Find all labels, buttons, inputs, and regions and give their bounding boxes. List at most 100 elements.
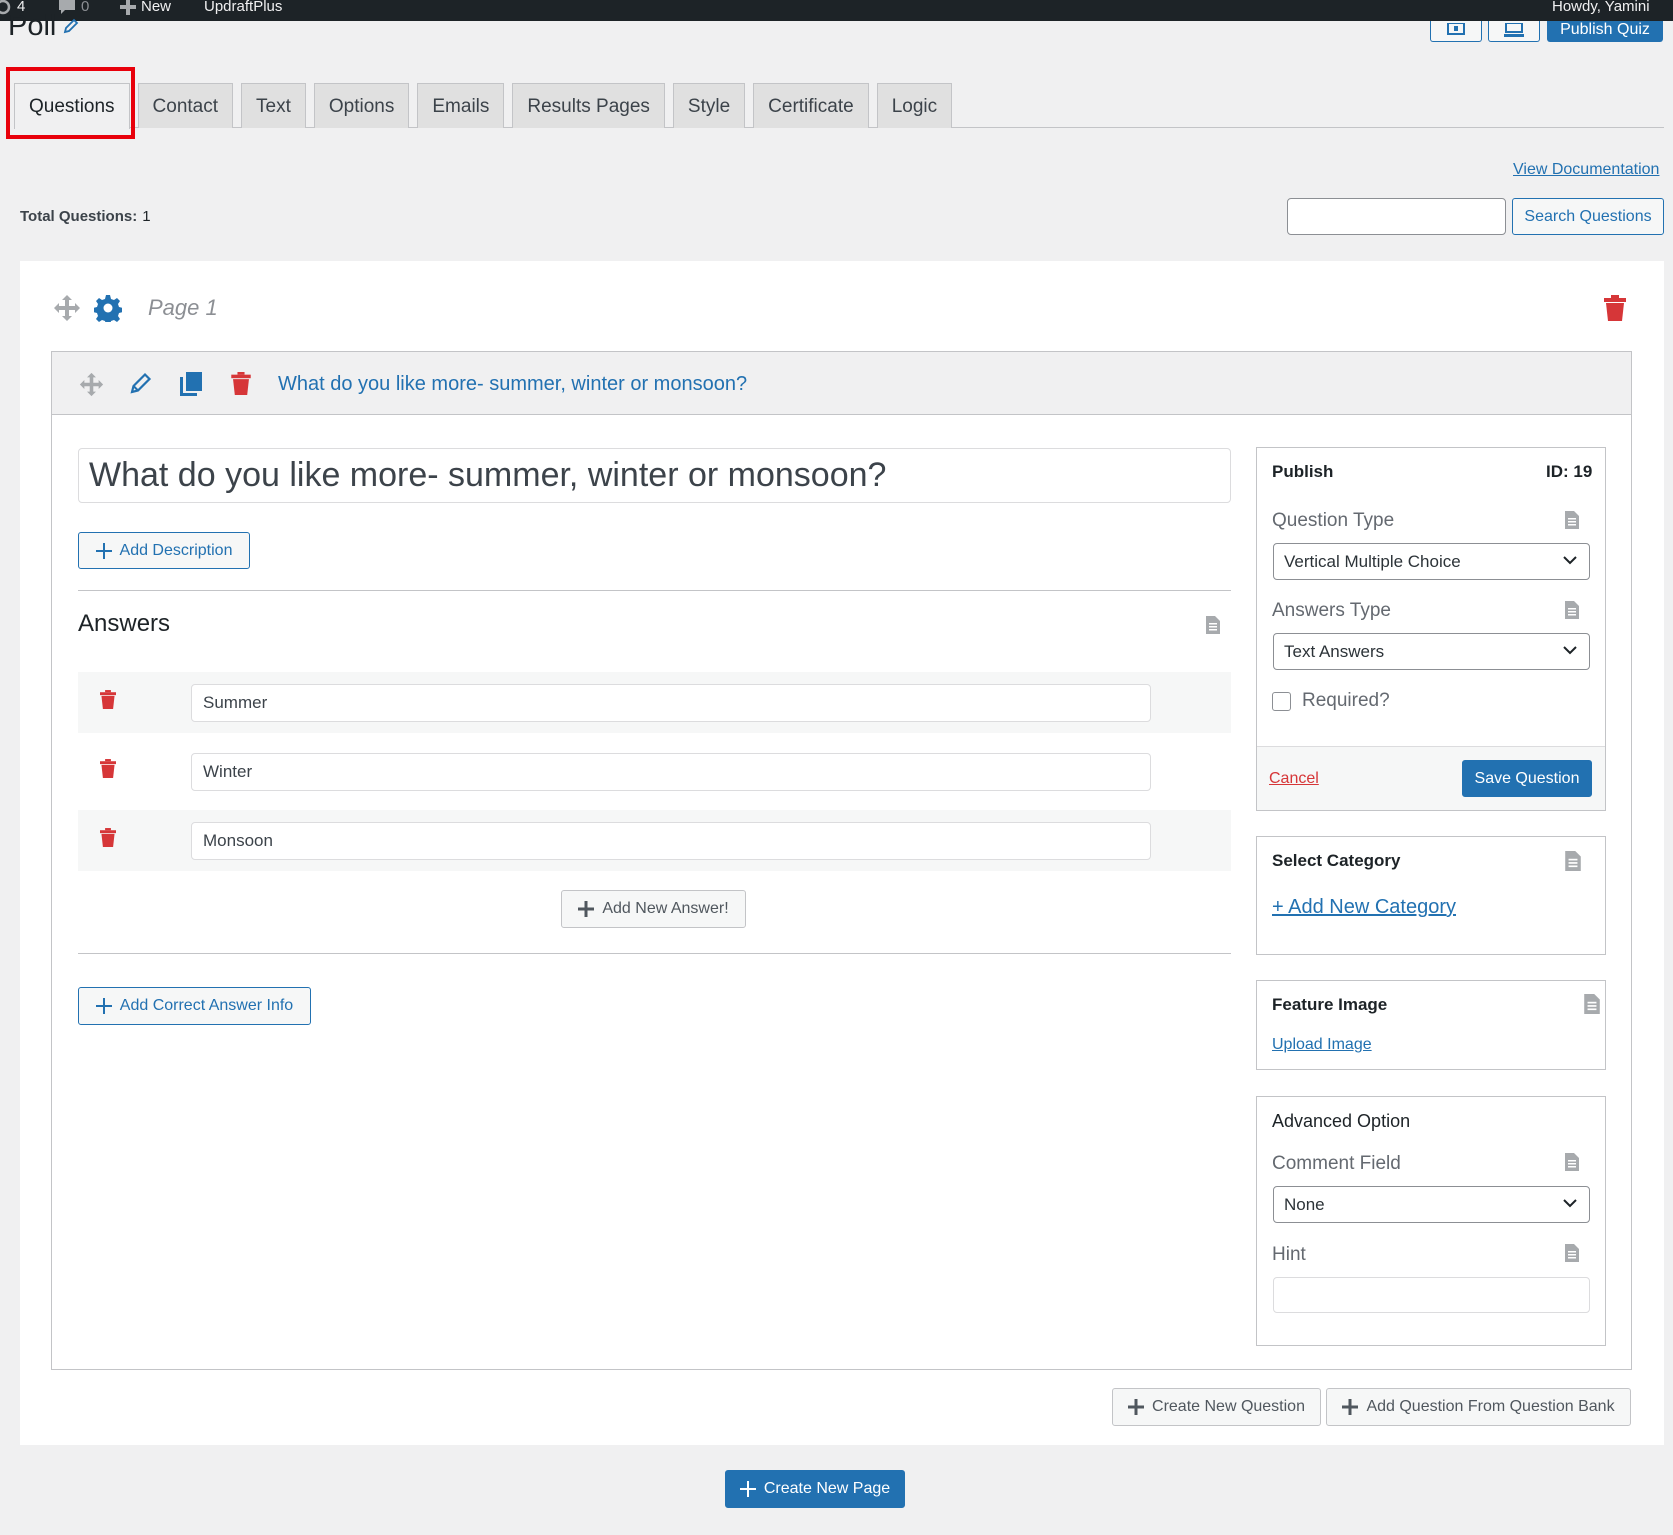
required-label: Required? [1302,690,1390,711]
duplicate-question-button[interactable] [180,372,202,396]
edit-question-button[interactable] [130,372,152,394]
highlight-box [6,67,135,139]
hint-input[interactable] [1273,1277,1590,1313]
new-label: New [141,0,172,15]
tab-emails[interactable]: Emails [417,83,505,128]
document-icon [1565,1244,1579,1262]
tab-logic[interactable]: Logic [876,83,953,128]
cancel-link[interactable]: Cancel [1269,770,1319,788]
delete-answer-button[interactable] [100,759,116,778]
advanced-option-title: Advanced Option [1272,1111,1411,1131]
chevron-down-icon [1563,646,1577,655]
answers-heading: Answers [78,610,171,637]
comments-count: 0 [81,0,90,15]
delete-page-button[interactable] [1604,295,1626,321]
required-checkbox[interactable] [1272,692,1291,711]
document-icon [1565,601,1579,619]
answers-type-value: Text Answers [1284,642,1385,661]
add-new-answer-label: Add New Answer! [602,900,729,917]
plus-icon [1128,1399,1145,1415]
delete-question-button[interactable] [231,372,251,395]
hint-doc-icon[interactable] [1565,1244,1579,1262]
tab-results-pages[interactable]: Results Pages [512,83,665,128]
question-drag-handle[interactable] [79,372,104,397]
publish-quiz-button[interactable]: Publish Quiz [1547,21,1663,42]
divider [78,590,1231,591]
answers-type-label: Answers Type [1272,600,1391,621]
comment-field-select[interactable]: None [1273,1186,1590,1223]
add-from-question-bank-label: Add Question From Question Bank [1366,1398,1615,1415]
save-question-button[interactable]: Save Question [1462,760,1592,797]
add-from-question-bank-button[interactable]: Add Question From Question Bank [1326,1388,1631,1426]
quiz-title: Poll [8,10,57,42]
answer-input-monsoon[interactable]: Monsoon [191,822,1151,860]
tab-bar: Questions Contact Text Options Emails Re… [14,83,953,129]
tab-style[interactable]: Style [672,83,746,128]
trash-icon [100,690,116,709]
chevron-down-icon [1563,556,1577,565]
chevron-down-icon [1563,1199,1577,1208]
monitor-icon [1504,23,1524,37]
tab-text[interactable]: Text [241,83,306,128]
delete-answer-button[interactable] [100,690,116,709]
search-questions-button[interactable]: Search Questions [1512,198,1664,235]
create-new-question-button[interactable]: Create New Question [1112,1388,1321,1426]
add-description-label: Add Description [119,541,233,559]
question-title-input[interactable]: What do you like more- summer, winter or… [78,448,1231,503]
new-item[interactable]: New [120,0,171,15]
document-icon [1565,851,1581,871]
tab-options[interactable]: Options [313,83,410,128]
answers-type-select[interactable]: Text Answers [1273,633,1590,670]
tab-certificate[interactable]: Certificate [753,83,869,128]
edit-title-icon[interactable] [62,17,80,35]
category-doc-icon[interactable] [1565,851,1581,871]
question-type-doc-icon[interactable] [1565,511,1579,529]
pencil-icon [130,372,152,394]
total-questions: Total Questions: 1 [20,208,151,225]
admin-bar: 4 0 New UpdraftPlus Howdy, Yamini [0,0,1673,21]
add-description-button[interactable]: Add Description [78,532,250,569]
feature-image-panel [1256,980,1606,1070]
tab-contact[interactable]: Contact [137,83,234,128]
page-drag-handle[interactable] [53,294,81,322]
preview-button[interactable] [1430,21,1482,42]
add-new-category-link[interactable]: + Add New Category [1272,896,1456,919]
feature-image-doc-icon[interactable] [1584,994,1600,1014]
plus-icon [1342,1399,1359,1415]
updraftplus-label: UpdraftPlus [204,0,283,15]
answers-doc-icon[interactable] [1206,616,1220,634]
publish-title: Publish [1272,462,1334,481]
plus-icon [739,1481,756,1497]
trash-icon [1604,295,1626,321]
comment-field-doc-icon[interactable] [1565,1153,1579,1171]
question-type-label: Question Type [1272,510,1395,531]
add-correct-answer-info-button[interactable]: Add Correct Answer Info [78,987,311,1025]
upload-image-link[interactable]: Upload Image [1272,1036,1372,1054]
answers-type-doc-icon[interactable] [1565,601,1579,619]
question-id: ID: 19 [1546,462,1593,481]
trash-icon [100,828,116,847]
feature-image-title: Feature Image [1272,995,1388,1014]
document-icon [1565,1153,1579,1171]
comment-field-label: Comment Field [1272,1153,1401,1174]
delete-answer-button[interactable] [100,828,116,847]
account-item[interactable]: Howdy, Yamini [1552,0,1650,15]
page-title: Poll [8,8,80,44]
hint-label: Hint [1272,1244,1306,1265]
view-documentation-link[interactable]: View Documentation [1513,161,1659,179]
question-header-title[interactable]: What do you like more- summer, winter or… [278,373,747,396]
shortcode-button[interactable] [1488,21,1540,42]
comment-field-value: None [1284,1195,1325,1214]
add-new-answer-button[interactable]: Add New Answer! [561,890,746,928]
plus-icon [95,998,112,1014]
answer-input-winter[interactable]: Winter [191,753,1151,791]
page-settings-button[interactable] [94,294,122,322]
total-questions-label: Total Questions: [20,208,138,225]
create-new-page-button[interactable]: Create New Page [725,1470,905,1508]
move-icon [79,372,104,397]
question-type-select[interactable]: Vertical Multiple Choice [1273,543,1590,580]
updraftplus-item[interactable]: UpdraftPlus [204,0,282,15]
answer-input-summer[interactable]: Summer [191,684,1151,722]
search-input[interactable] [1287,198,1506,235]
document-icon [1565,511,1579,529]
